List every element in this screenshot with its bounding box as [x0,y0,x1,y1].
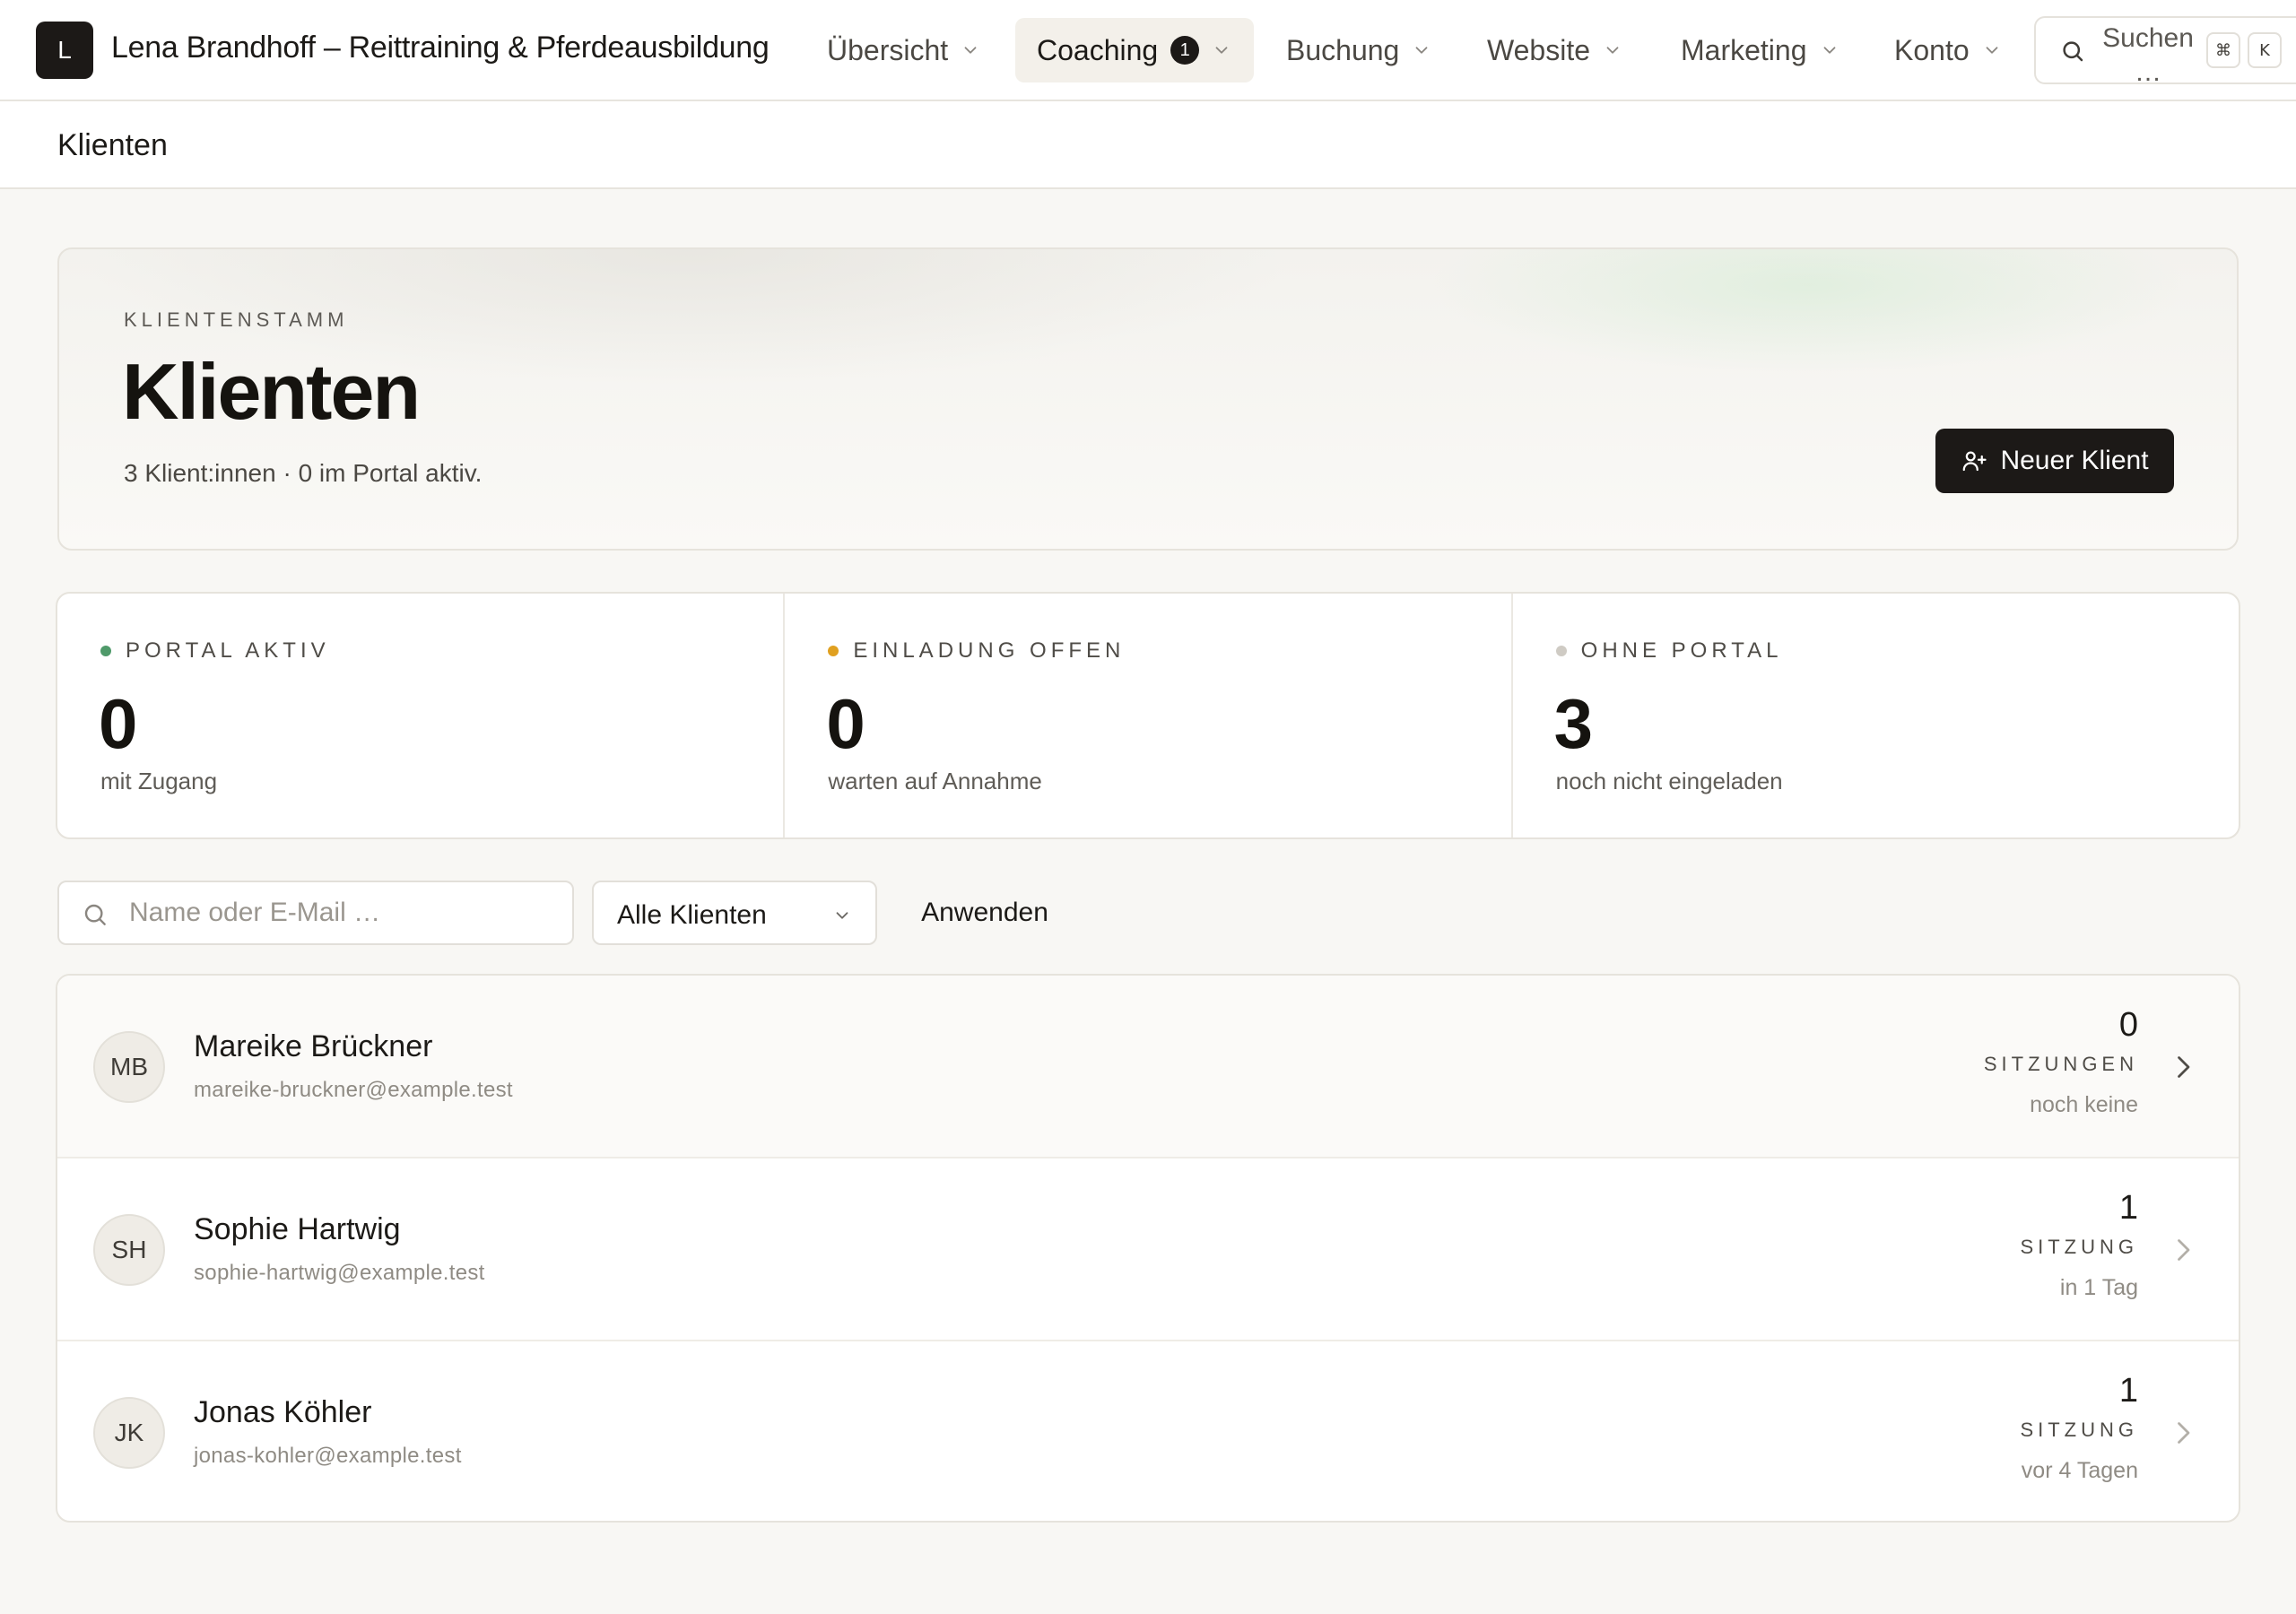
nav-item-label: Buchung [1286,33,1400,66]
client-list: MB Mareike Brückner mareike-bruckner@exa… [56,974,2240,1523]
stat-hint: mit Zugang [100,768,218,794]
client-filter-select[interactable]: Alle Klienten [592,881,877,945]
stat-invitation-open: EINLADUNG OFFEN 0 warten auf Annahme [785,594,1513,837]
page-title: Klienten [57,128,168,162]
session-label: SITZUNG [2020,1236,2138,1258]
status-dot [828,646,839,656]
stat-hint: warten auf Annahme [828,768,1042,794]
session-count: 1 [2118,1372,2138,1410]
brand-name[interactable]: Lena Brandhoff – Reittraining & Pferdeau… [111,30,770,65]
avatar: MB [93,1031,165,1103]
chevron-down-icon [1215,47,1228,54]
client-row[interactable]: JK Jonas Köhler jonas-kohler@example.tes… [57,1341,2239,1521]
nav-item-konto[interactable]: Konto [1873,18,2023,82]
hero-title: Klienten [122,347,421,436]
client-email: mareike-bruckner@example.test [194,1078,513,1102]
chevron-right-icon [2178,1422,2190,1444]
session-label: SITZUNG [2020,1419,2138,1441]
stats-panel: PORTAL AKTIV 0 mit Zugang EINLADUNG OFFE… [56,592,2240,839]
page-header: Klienten [0,101,2296,189]
avatar: SH [93,1214,165,1286]
nav-item-uebersicht[interactable]: Übersicht [805,18,1002,82]
search-icon [84,904,106,925]
nav-item-label: Marketing [1681,33,1807,66]
session-count: 1 [2118,1189,2138,1227]
global-search-button[interactable]: Suchen … ⌘ K [2034,16,2296,87]
brand-logo[interactable]: L [36,22,93,79]
client-email: jonas-kohler@example.test [194,1444,462,1468]
chevron-down-icon [1986,47,1998,54]
client-row[interactable]: MB Mareike Brückner mareike-bruckner@exa… [57,976,2239,1158]
chevron-down-icon [964,47,977,54]
nav-item-buchung[interactable]: Buchung [1265,18,1453,82]
stat-label: PORTAL AKTIV [126,638,330,663]
chevron-down-icon [1606,47,1619,54]
stat-label: EINLADUNG OFFEN [853,638,1126,663]
user-plus-icon [1963,451,1987,472]
top-navigation: L Lena Brandhoff – Reittraining & Pferde… [0,0,2296,101]
session-count: 0 [2118,1006,2138,1044]
nav-item-label: Website [1487,33,1591,66]
stat-label: OHNE PORTAL [1580,638,1783,663]
hero-subtitle: 3 Klient:innen · 0 im Portal aktiv. [124,459,483,487]
client-name: Jonas Köhler [194,1395,372,1429]
session-timing: in 1 Tag [2059,1275,2138,1300]
avatar: JK [93,1397,165,1469]
stat-value: 0 [826,684,865,763]
stat-without-portal: OHNE PORTAL 3 noch nicht eingeladen [1513,594,2239,837]
session-label: SITZUNGEN [1983,1053,2138,1075]
new-client-label: Neuer Klient [2000,446,2149,475]
session-timing: noch keine [2030,1092,2138,1117]
session-timing: vor 4 Tagen [2021,1458,2138,1483]
hero-eyebrow: KLIENTENSTAMM [124,308,349,331]
client-name: Mareike Brückner [194,1029,433,1063]
stat-hint: noch nicht eingeladen [1555,768,1783,794]
search-label: Suchen … [2102,23,2194,87]
nav-item-label: Konto [1894,33,1970,66]
chevron-down-icon [1415,47,1428,54]
nav-item-label: Übersicht [827,33,949,66]
apply-filter-button[interactable]: Anwenden [897,881,1073,945]
client-row[interactable]: SH Sophie Hartwig sophie-hartwig@example… [57,1158,2239,1341]
status-dot [100,646,111,656]
client-search-field[interactable] [57,881,574,945]
nav-item-website[interactable]: Website [1465,18,1644,82]
stat-portal-active: PORTAL AKTIV 0 mit Zugang [57,594,786,837]
chevron-right-icon [2178,1239,2190,1261]
notification-badge: 1 [1170,36,1200,65]
select-value: Alle Klienten [617,900,767,930]
status-dot [1555,646,1567,656]
client-search-input[interactable] [129,891,560,934]
k-key-hint: K [2248,32,2282,68]
stat-value: 0 [99,684,138,763]
hero-card: KLIENTENSTAMM Klienten 3 Klient:innen · … [57,247,2239,551]
nav-item-label: Coaching [1037,33,1159,66]
chevron-down-icon [1823,47,1835,54]
new-client-button[interactable]: Neuer Klient [1935,429,2174,493]
client-name: Sophie Hartwig [194,1212,401,1246]
stat-value: 3 [1553,684,1594,763]
client-email: sophie-hartwig@example.test [194,1261,485,1285]
chevron-down-icon [836,912,848,919]
command-key-hint: ⌘ [2206,32,2240,68]
chevron-right-icon [2178,1056,2190,1078]
nav-item-marketing[interactable]: Marketing [1659,18,1861,82]
nav-item-coaching[interactable]: Coaching 1 [1015,18,1254,82]
search-icon [2063,41,2083,62]
